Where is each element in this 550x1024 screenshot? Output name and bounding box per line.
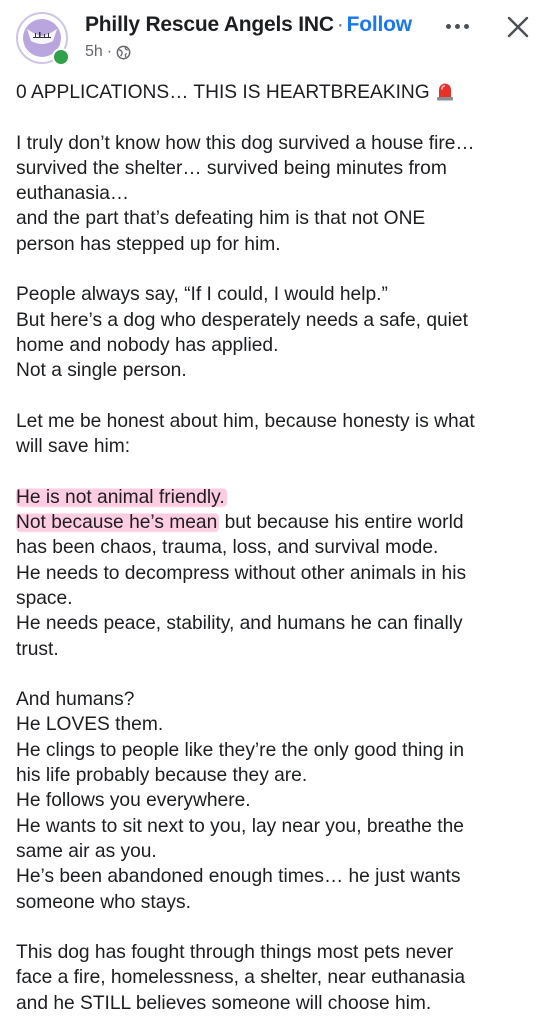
text-line: He LOVES them. (16, 714, 164, 736)
text-line: same air as you. (16, 840, 157, 862)
post-meta: 5h · (85, 43, 131, 61)
text-line: People always say, “If I could, I would … (16, 284, 388, 306)
paragraph-2: People always say, “If I could, I would … (16, 282, 541, 383)
text-line: Let me be honest about him, because hone… (16, 410, 475, 432)
online-status-dot (52, 48, 70, 66)
text-line: He needs to decompress without other ani… (16, 562, 467, 584)
text-line: But here’s a dog who desperately needs a… (16, 309, 468, 331)
text-line: someone who stays. (16, 891, 191, 913)
paragraph-6: This dog has fought through things most … (16, 940, 541, 1016)
text-line: has been chaos, trauma, loss, and surviv… (16, 537, 439, 559)
follow-button[interactable]: Follow (347, 13, 412, 36)
text-line: trust. (16, 638, 59, 660)
paragraph-5: And humans? He LOVES them. He clings to … (16, 687, 541, 915)
meta-separator: · (106, 43, 113, 60)
name-separator: · (336, 13, 344, 36)
rotating-light-emoji (436, 83, 453, 101)
paragraph-3: Let me be honest about him, because hone… (16, 409, 541, 460)
text-line: He needs peace, stability, and humans he… (16, 613, 463, 635)
text-line: space. (16, 587, 73, 609)
text-line: survived the shelter… survived being min… (16, 157, 447, 179)
more-dot (463, 23, 469, 29)
text-line: face a fire, homelessness, a shelter, ne… (16, 967, 466, 989)
text-line: his life probably because they are. (16, 765, 308, 787)
text-line: And humans? (16, 689, 135, 711)
text-line: Not a single person. (16, 360, 187, 382)
paragraph-4: He is not animal friendly. Not because h… (16, 485, 541, 662)
text-line: person has stepped up for him. (16, 233, 281, 255)
post-title-text: 0 APPLICATIONS… THIS IS HEARTBREAKING (16, 82, 430, 103)
more-horizontal-icon[interactable] (442, 14, 472, 38)
post-header: Philly Rescue Angels INC · Follow 5h · (0, 0, 550, 78)
text-line: and the part that’s defeating him is tha… (16, 208, 426, 230)
text-line: He’s been abandoned enough times… he jus… (16, 866, 461, 888)
more-dot (445, 23, 451, 29)
text-line: euthanasia… (16, 183, 130, 205)
post-timestamp[interactable]: 5h (85, 43, 103, 61)
text-line: This dog has fought through things most … (16, 942, 454, 964)
post-author-line: Philly Rescue Angels INC · Follow (85, 13, 412, 37)
highlighted-text: He is not animal friendly. (16, 486, 227, 508)
text-line: will save him: (16, 436, 131, 458)
highlighted-text: Not because he’s mean (16, 512, 220, 534)
text-line: but because his entire world (219, 512, 464, 534)
text-line: and he STILL believes someone will choos… (16, 992, 432, 1014)
text-line: He follows you everywhere. (16, 790, 251, 812)
more-dot (454, 23, 460, 29)
text-line: He wants to sit next to you, lay near yo… (16, 815, 464, 837)
paragraph-1: I truly don’t know how this dog survived… (16, 131, 541, 257)
text-line: He clings to people like they’re the onl… (16, 739, 464, 761)
post-body: 0 APPLICATIONS… THIS IS HEARTBREAKING I … (16, 80, 541, 1016)
page-name-link[interactable]: Philly Rescue Angels INC (85, 13, 334, 36)
text-line: home and nobody has applied. (16, 334, 279, 356)
post-title: 0 APPLICATIONS… THIS IS HEARTBREAKING (16, 80, 541, 105)
globe-icon[interactable] (116, 45, 131, 60)
text-line: I truly don’t know how this dog survived… (16, 132, 475, 154)
close-icon[interactable] (505, 14, 531, 40)
